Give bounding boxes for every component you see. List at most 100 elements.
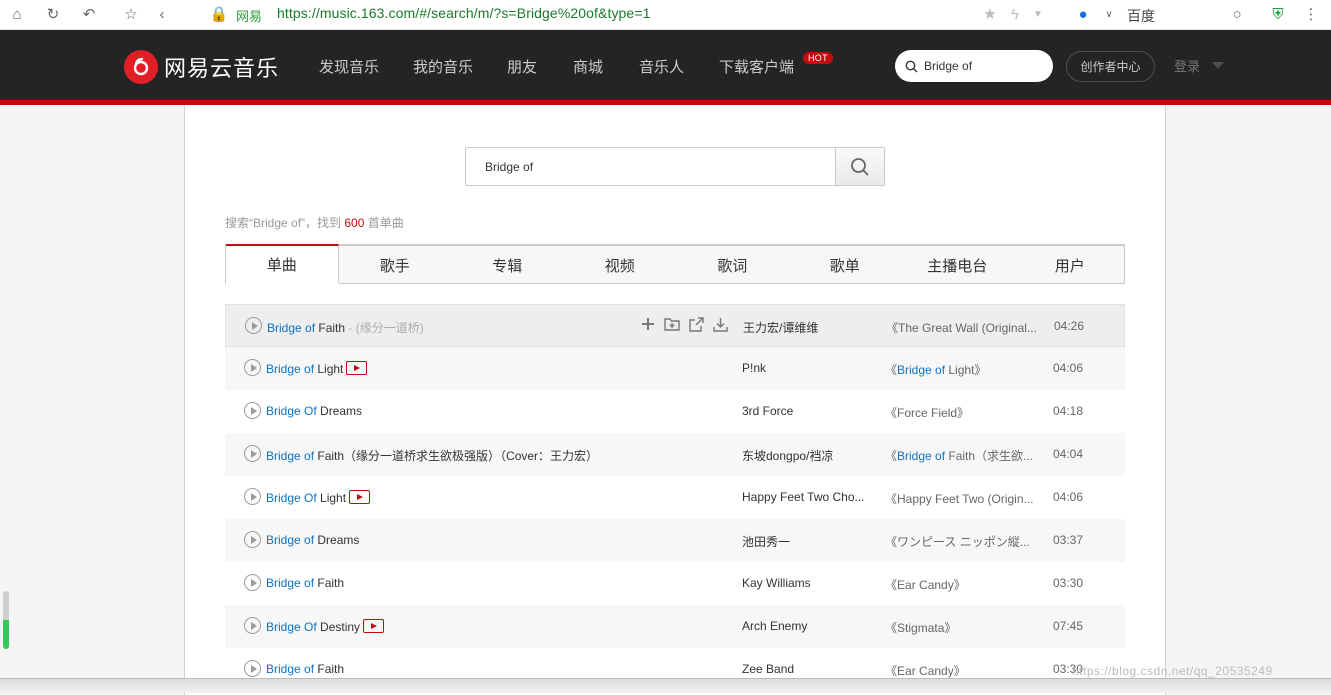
- tab-artists[interactable]: 歌手: [339, 246, 452, 284]
- song-album[interactable]: 《Bridge of Faith（求生欲...: [885, 447, 1037, 464]
- tab-radio[interactable]: 主播电台: [901, 246, 1014, 284]
- lightning-icon[interactable]: ϟ: [1006, 5, 1024, 23]
- song-title[interactable]: Bridge Of Destiny: [266, 619, 385, 634]
- song-title[interactable]: Bridge of Faith（缘分一道桥求生欲极强版）（Cover：王力宏）: [266, 447, 598, 464]
- login-link[interactable]: 登录: [1174, 56, 1200, 75]
- song-album[interactable]: 《Force Field》: [885, 404, 1037, 421]
- song-artist[interactable]: Happy Feet Two Cho...: [742, 490, 872, 504]
- song-artist[interactable]: 王力宏/谭维维: [743, 319, 873, 336]
- song-title[interactable]: Bridge of Faith - (缘分一道桥): [267, 319, 424, 336]
- table-row[interactable]: Bridge of Faith（缘分一道桥求生欲极强版）（Cover：王力宏） 东…: [225, 433, 1125, 476]
- table-row[interactable]: Bridge Of Light Happy Feet Two Cho... 《Hap…: [225, 476, 1125, 519]
- song-album[interactable]: 《The Great Wall (Original...: [886, 319, 1038, 336]
- song-album[interactable]: 《Ear Candy》: [885, 576, 1037, 593]
- tab-users[interactable]: 用户: [1014, 246, 1127, 284]
- nav-friends[interactable]: 朋友: [507, 56, 537, 77]
- engine-dropdown-icon[interactable]: ∨: [1100, 5, 1118, 23]
- nav-discover[interactable]: 发现音乐: [319, 56, 379, 77]
- play-icon[interactable]: [244, 488, 261, 505]
- song-artist[interactable]: 东坡dongpo/裆凉: [742, 447, 872, 464]
- song-title[interactable]: Bridge of Light: [266, 361, 368, 376]
- song-album[interactable]: 《Stigmata》: [885, 619, 1037, 636]
- song-title[interactable]: Bridge Of Light: [266, 490, 371, 505]
- song-title[interactable]: Bridge of Faith: [266, 576, 344, 590]
- play-icon[interactable]: [244, 402, 261, 419]
- nav-store[interactable]: 商城: [573, 56, 603, 77]
- share-icon[interactable]: [688, 316, 704, 332]
- tab-videos[interactable]: 视频: [564, 246, 677, 284]
- table-row[interactable]: Bridge of Faith Kay Williams 《Ear Candy》 03…: [225, 562, 1125, 605]
- search-button[interactable]: [835, 147, 885, 186]
- reload-icon[interactable]: ↻: [44, 5, 62, 23]
- tab-lyrics[interactable]: 歌词: [676, 246, 789, 284]
- album-close-quote: 》: [974, 363, 987, 377]
- song-album[interactable]: 《Bridge of Light》: [885, 361, 1037, 378]
- play-icon[interactable]: [245, 317, 262, 334]
- search-icon: [851, 157, 869, 176]
- add-icon[interactable]: [640, 316, 656, 332]
- play-icon[interactable]: [244, 359, 261, 376]
- song-album[interactable]: 《ワンピース ニッポン縦...: [885, 533, 1037, 550]
- search-box[interactable]: Bridge of: [465, 147, 885, 186]
- play-icon[interactable]: [244, 574, 261, 591]
- song-artist[interactable]: 3rd Force: [742, 404, 872, 418]
- album-name: Light: [945, 363, 975, 377]
- song-title-rest: Dreams: [316, 404, 363, 418]
- song-duration: 04:06: [1053, 361, 1084, 375]
- logo[interactable]: 网易云音乐: [124, 50, 279, 84]
- download-icon[interactable]: [712, 316, 728, 332]
- address-bar[interactable]: https://music.163.com/#/search/m/?s=Brid…: [277, 5, 650, 21]
- table-row[interactable]: Bridge of Faith - (缘分一道桥) 王力宏/谭维维 《The Gre…: [225, 304, 1125, 347]
- song-artist[interactable]: P!nk: [742, 361, 872, 375]
- mv-icon[interactable]: [346, 361, 368, 375]
- song-album[interactable]: 《Happy Feet Two (Origin...: [885, 490, 1037, 507]
- play-icon[interactable]: [244, 531, 261, 548]
- song-title[interactable]: Bridge of Faith: [266, 662, 344, 676]
- chevron-down-icon[interactable]: ▼: [1029, 5, 1047, 23]
- album-open-quote: 《: [885, 578, 898, 592]
- song-artist[interactable]: Zee Band: [742, 662, 872, 676]
- tab-albums[interactable]: 专辑: [451, 246, 564, 284]
- song-artist[interactable]: Arch Enemy: [742, 619, 872, 633]
- row-actions: [640, 316, 728, 332]
- play-icon[interactable]: [244, 660, 261, 677]
- album-name: The Great Wall (Original...: [898, 321, 1037, 335]
- tab-songs[interactable]: 单曲: [226, 244, 339, 284]
- mv-icon[interactable]: [349, 490, 371, 504]
- star-icon[interactable]: ☆: [122, 5, 140, 23]
- shield-icon[interactable]: ⛨: [1269, 5, 1287, 23]
- table-row[interactable]: Bridge of Dreams 池田秀一 《ワンピース ニッポン縦... 03:37: [225, 519, 1125, 562]
- nav-my-music[interactable]: 我的音乐: [413, 56, 473, 77]
- song-title[interactable]: Bridge Of Dreams: [266, 404, 362, 418]
- song-title-keyword: Bridge of: [266, 449, 315, 463]
- search-input[interactable]: Bridge of: [485, 160, 533, 174]
- login-caret-icon[interactable]: [1212, 62, 1224, 69]
- table-row[interactable]: Bridge of Light P!nk 《Bridge of Light》 04:0…: [225, 347, 1125, 390]
- back-icon[interactable]: ‹: [153, 5, 171, 23]
- bookmark-star-icon[interactable]: ★: [981, 5, 999, 23]
- album-name: Happy Feet Two (Origin...: [897, 492, 1034, 506]
- nav-musician[interactable]: 音乐人: [639, 56, 684, 77]
- paw-icon[interactable]: ●: [1074, 5, 1092, 23]
- nav-search-input[interactable]: Bridge of: [895, 50, 1053, 82]
- mv-icon[interactable]: [363, 619, 385, 633]
- play-icon[interactable]: [244, 617, 261, 634]
- song-title-rest: Dreams: [314, 533, 360, 547]
- undo-icon[interactable]: ↶: [80, 5, 98, 23]
- song-album[interactable]: 《Ear Candy》: [885, 662, 1037, 679]
- search-engine-name[interactable]: 百度: [1127, 6, 1155, 26]
- song-title[interactable]: Bridge of Dreams: [266, 533, 359, 547]
- table-row[interactable]: Bridge Of Dreams 3rd Force 《Force Field》 04…: [225, 390, 1125, 433]
- song-artist[interactable]: 池田秀一: [742, 533, 872, 550]
- home-icon[interactable]: ⌂: [8, 5, 26, 23]
- tab-playlists[interactable]: 歌单: [789, 246, 902, 284]
- menu-icon[interactable]: ⋮: [1302, 5, 1320, 23]
- song-duration: 04:04: [1053, 447, 1084, 461]
- play-icon[interactable]: [244, 445, 261, 462]
- creator-center-button[interactable]: 创作者中心: [1066, 51, 1155, 82]
- song-artist[interactable]: Kay Williams: [742, 576, 872, 590]
- table-row[interactable]: Bridge Of Destiny Arch Enemy 《Stigmata》 07:…: [225, 605, 1125, 648]
- collect-icon[interactable]: [664, 316, 680, 332]
- search-icon[interactable]: ○: [1228, 5, 1246, 23]
- nav-download[interactable]: 下载客户端: [719, 56, 794, 77]
